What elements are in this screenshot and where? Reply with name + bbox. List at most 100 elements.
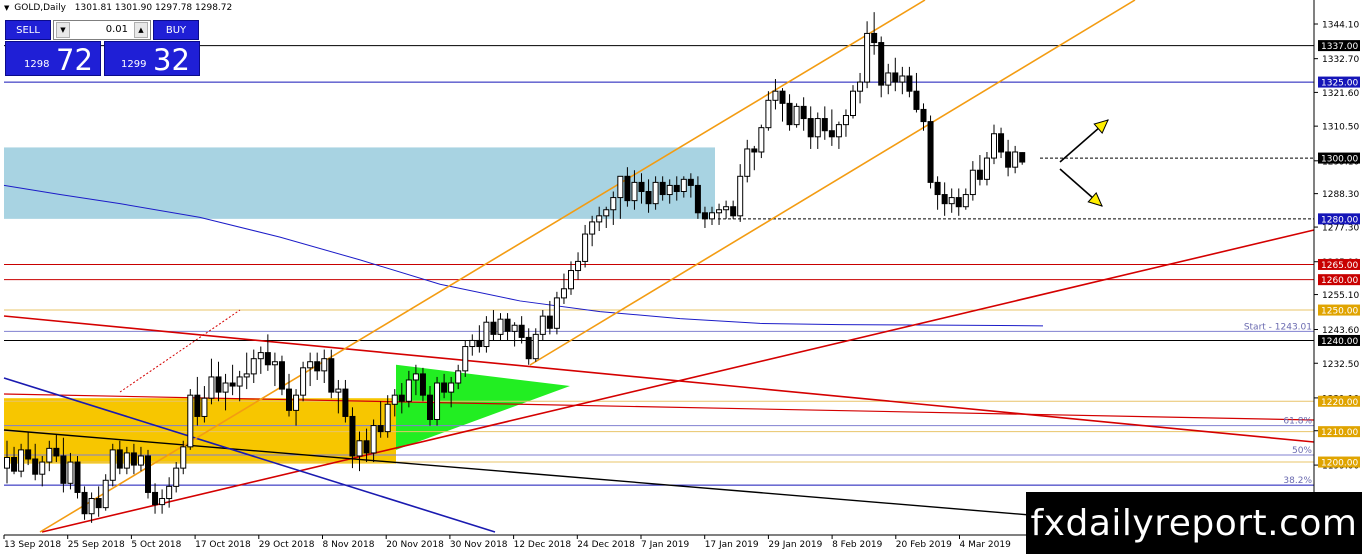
candle-body: [913, 90, 920, 110]
candle-body: [11, 456, 18, 472]
candle-body: [363, 440, 370, 454]
candle-body: [18, 449, 25, 472]
candle-body: [46, 447, 53, 463]
level-label: 1280.00: [1321, 215, 1358, 225]
candle-body: [67, 461, 74, 484]
candle-body: [145, 455, 151, 493]
candle-body: [32, 458, 39, 475]
candle-body: [941, 194, 948, 205]
candle-body: [307, 361, 314, 369]
candle-body: [617, 175, 624, 199]
one-click-trading-panel: SELL ▼ 0.01 ▲ BUY 1298 72 1299 32: [5, 20, 200, 77]
channel-upper-line: [39, 0, 926, 533]
candle-body: [427, 394, 433, 420]
x-tick-label: 12 Dec 2018: [514, 540, 572, 550]
candle-body: [222, 382, 229, 393]
candle-body: [236, 376, 243, 387]
candle-body: [878, 42, 885, 86]
candle-body: [81, 491, 88, 515]
sell-price-pips: 72: [56, 43, 93, 77]
candle-body: [694, 184, 701, 214]
candle-body: [229, 382, 236, 387]
candle-body: [342, 388, 349, 417]
watermark-logo: fxdailyreport.com: [1026, 492, 1362, 554]
candle-body: [476, 339, 483, 348]
candle-body: [934, 181, 941, 196]
candle-body: [532, 333, 539, 360]
x-tick-label: 17 Jan 2019: [705, 540, 759, 550]
candle-body: [434, 382, 441, 420]
candle-body: [335, 388, 342, 393]
candle-body: [786, 102, 793, 126]
candle-body: [730, 206, 737, 217]
x-tick-label: 25 Sep 2018: [68, 540, 125, 550]
candle-body: [152, 491, 159, 506]
price-chart[interactable]: Start - 1243.01 61.8% 50% 38.2% 1344.10 1332…: [0, 0, 1362, 554]
level-label: 1260.00: [1321, 276, 1358, 286]
candle-body: [899, 75, 906, 83]
x-tick-label: 30 Nov 2018: [450, 540, 508, 550]
candle-body: [962, 194, 969, 208]
x-tick-label: 29 Oct 2018: [259, 540, 315, 550]
level-label: 1265.00: [1321, 261, 1358, 271]
candle-body: [95, 498, 102, 509]
candle-body: [462, 346, 469, 372]
candle-body: [751, 148, 758, 153]
candle-body: [102, 479, 109, 509]
x-tick-label: 8 Nov 2018: [323, 540, 375, 550]
candle-body: [814, 118, 821, 138]
collapse-triangle-icon[interactable]: ▼: [4, 4, 9, 12]
buy-quote[interactable]: 1299 32: [104, 41, 200, 77]
candle-body: [328, 358, 335, 393]
candle-body: [828, 130, 835, 138]
y-tick-label: 1332.70: [1322, 55, 1359, 65]
candle-body: [243, 373, 250, 378]
candle-body: [384, 403, 391, 433]
candle-body: [758, 127, 765, 153]
candle-body: [631, 181, 638, 202]
x-tick-label: 4 Mar 2019: [960, 540, 1012, 550]
candle-body: [497, 318, 504, 335]
candle-body: [483, 321, 490, 348]
candle-body: [137, 455, 144, 466]
candle-body: [744, 148, 751, 177]
candle-body: [568, 270, 574, 290]
buy-button[interactable]: BUY: [153, 20, 199, 40]
candle-body: [60, 455, 67, 484]
candle-body: [525, 336, 532, 360]
fib-annotation: 50%: [1292, 446, 1312, 456]
candle-body: [596, 215, 603, 223]
fib-annotation: 61.8%: [1283, 417, 1312, 427]
candle-body: [109, 449, 116, 481]
sell-button[interactable]: SELL: [5, 20, 51, 40]
candle-body: [624, 175, 631, 202]
lot-value[interactable]: 0.01: [106, 24, 128, 35]
candle-body: [356, 440, 363, 457]
candle-body: [765, 99, 772, 129]
candle-body: [511, 324, 518, 332]
y-tick-label: 1288.30: [1322, 190, 1359, 200]
candle-body: [539, 315, 546, 335]
candle-body: [850, 90, 856, 117]
x-tick-label: 20 Nov 2018: [386, 540, 444, 550]
y-tick-label: 1344.10: [1322, 21, 1359, 31]
candle-body: [553, 297, 560, 329]
lot-increase-icon[interactable]: ▲: [134, 22, 148, 38]
candle-body: [377, 425, 384, 433]
candle-body: [448, 382, 455, 393]
candle-body: [835, 124, 842, 138]
lot-decrease-icon[interactable]: ▼: [56, 22, 70, 38]
candle-body: [666, 184, 673, 196]
x-tick-label: 7 Jan 2019: [641, 540, 689, 550]
candle-body: [257, 352, 264, 360]
sell-quote[interactable]: 1298 72: [5, 41, 101, 77]
x-tick-label: 20 Feb 2019: [896, 540, 952, 550]
candle-body: [441, 382, 448, 393]
candle-body: [793, 105, 800, 126]
candle-body: [589, 221, 596, 235]
sell-price-prefix: 1298: [24, 59, 50, 70]
level-label: 1200.00: [1321, 459, 1358, 469]
candle-body: [560, 288, 567, 299]
candle-body: [300, 367, 307, 396]
lot-size-input[interactable]: ▼ 0.01 ▲: [53, 20, 151, 40]
